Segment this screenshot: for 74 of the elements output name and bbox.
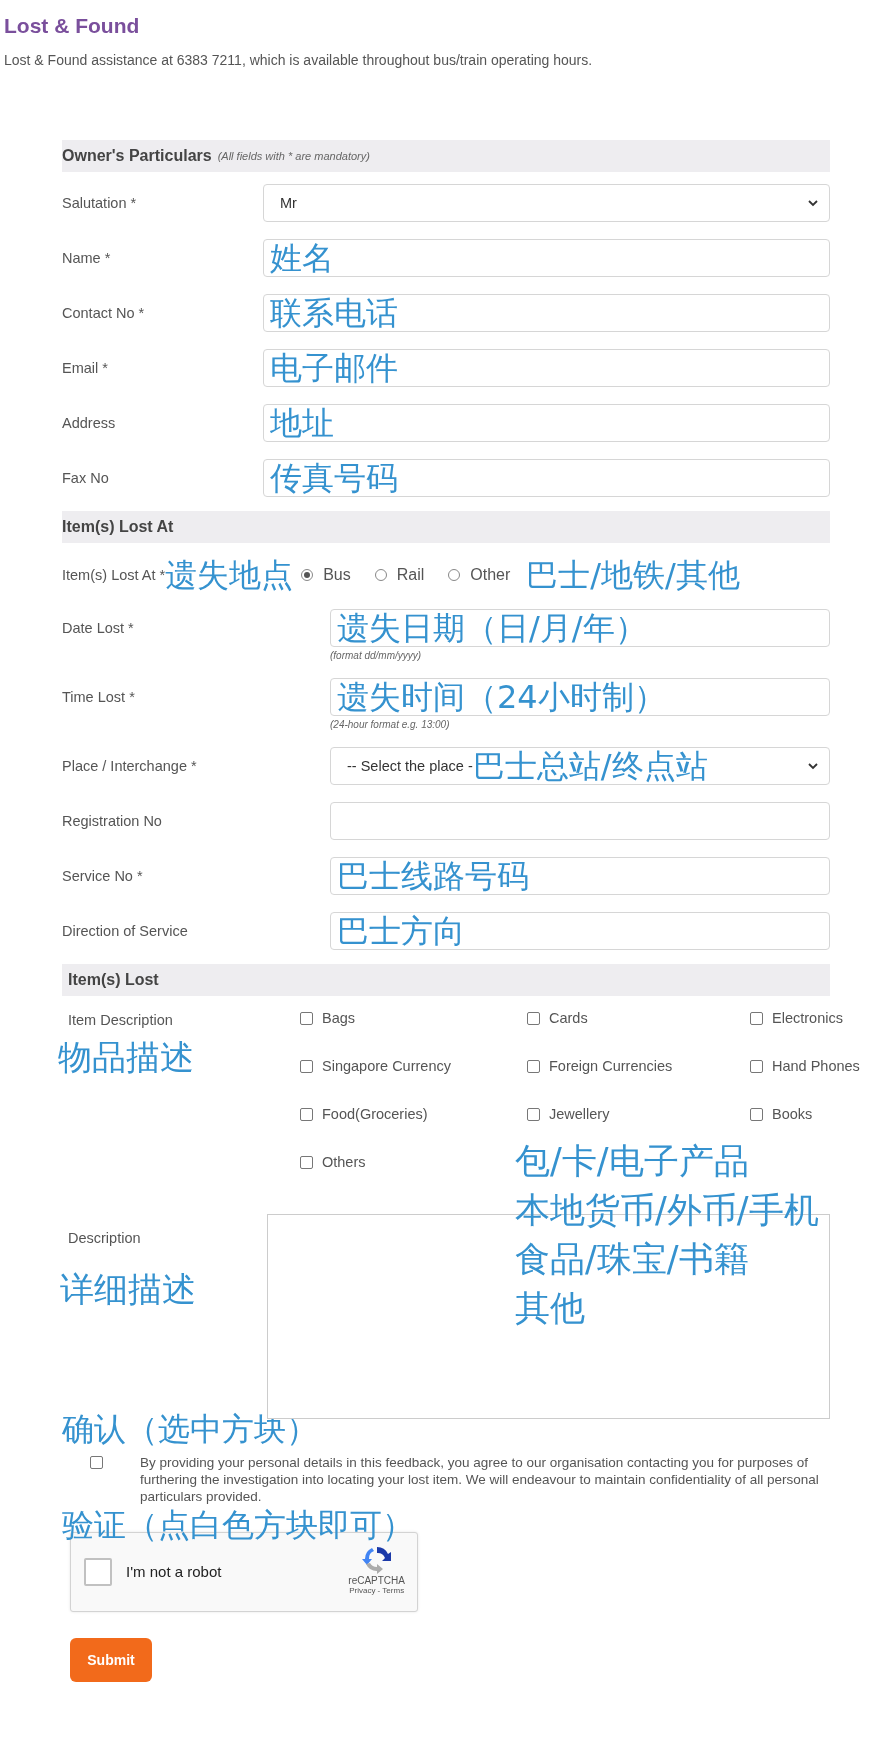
checkbox[interactable] [750,1012,763,1025]
annotation-text: 遗失日期（日/月/年） [337,609,647,647]
annotation-text: 巴士总站/终点站 [472,747,708,785]
annotation-text: 遗失地点 [165,556,294,594]
field-label: Service No * [62,867,144,886]
checkbox[interactable] [750,1108,763,1121]
chevron-icon [807,760,819,772]
checkbox[interactable] [750,1060,763,1073]
radio-option[interactable]: Bus [301,566,351,584]
chevron-icon [807,197,819,209]
field-label: Name * [62,249,112,268]
field-label: Registration No [62,812,163,831]
section-title: Item(s) Lost At [62,518,174,536]
field-label: Salutation * [62,194,138,213]
annotation-text: 巴士方向 [337,912,465,950]
input-field[interactable] [330,802,830,840]
annotation-text: 本地货币/外币/手机 [515,1189,819,1232]
annotation-text: 物品描述 [58,1038,195,1078]
annotation-text: 联系电话 [270,294,398,332]
field-label: Item Description [68,1011,174,1030]
checkbox[interactable] [527,1108,540,1121]
field-label: Item(s) Lost At * [62,567,166,583]
captcha-checkbox[interactable] [84,1557,112,1586]
checkbox-option[interactable]: Books [750,1106,860,1154]
checkbox[interactable] [300,1060,313,1073]
section-title: Owner's Particulars [62,147,212,165]
section-title: Item(s) Lost [67,971,159,989]
radio-option[interactable]: Other [448,566,511,584]
radio-option[interactable]: Rail [374,566,425,584]
field-label: Direction of Service [62,922,189,941]
field-hint: (24-hour format e.g. 13:00) [330,719,451,730]
field-label: Description [68,1229,142,1248]
annotation-text: 验证（点白色方块即可） [62,1506,415,1544]
checkbox[interactable] [300,1108,313,1121]
annotation-text: 地址 [270,404,334,442]
field-label: Date Lost * [62,619,135,638]
field-label: Contact No * [62,304,146,323]
annotation-text: 传真号码 [270,459,398,497]
checkbox[interactable] [300,1012,313,1025]
field-label: Time Lost * [62,688,136,707]
field-label: Place / Interchange * [62,757,198,776]
annotation-text: 遗失时间（24小时制） [337,678,666,716]
annotation-text: 巴士线路号码 [337,857,529,895]
checkbox[interactable] [527,1060,540,1073]
page-subtitle: Lost & Found assistance at 6383 7211, which is available throughout bus/train operating hours. [3,52,594,68]
captcha-brand: reCAPTCHA [348,1574,405,1586]
annotation-text: 包/卡/电子产品 [515,1140,750,1183]
select-value: -- Select the place - [347,758,473,774]
annotation-text: 食品/珠宝/书籍 [515,1238,750,1281]
select-field[interactable]: Mr [263,184,830,222]
checkbox-option[interactable]: Cards [527,1010,750,1058]
page-title: Lost & Found [3,14,141,38]
field-label: Address [62,414,117,433]
field-hint: (format dd/mm/yyyy) [330,650,423,661]
checkbox-option[interactable]: Singapore Currency [300,1058,527,1106]
checkbox[interactable] [300,1156,313,1169]
consent-text: By providing your personal details in this feedback, you agree to our organisation contacting you for purposes of furthering the investigation into locating your lost item. We will endeavour to maintain confidentiality of all personal particulars provided. [140,1453,820,1505]
checkbox[interactable] [90,1455,103,1469]
checkbox-option[interactable]: Bags [300,1010,527,1058]
select-value: Mr [280,195,297,211]
checkbox-option[interactable]: Hand Phones [750,1058,860,1106]
field-label: Email * [62,359,109,378]
field-label: Fax No [62,469,110,488]
annotation-text: 巴士/地铁/其他 [526,556,740,594]
checkbox-option[interactable]: Electronics [750,1010,860,1058]
section-note: (All fields with * are mandatory) [217,150,370,162]
annotation-text: 详细描述 [60,1270,197,1310]
annotation-text: 姓名 [270,239,334,277]
checkbox[interactable] [527,1012,540,1025]
checkbox-option[interactable]: Foreign Currencies [527,1058,750,1106]
captcha-label: I'm not a robot [126,1563,222,1581]
annotation-text: 其他 [515,1287,586,1330]
captcha-links: Privacy - Terms [349,1585,405,1595]
annotation-text: 电子邮件 [270,349,398,387]
